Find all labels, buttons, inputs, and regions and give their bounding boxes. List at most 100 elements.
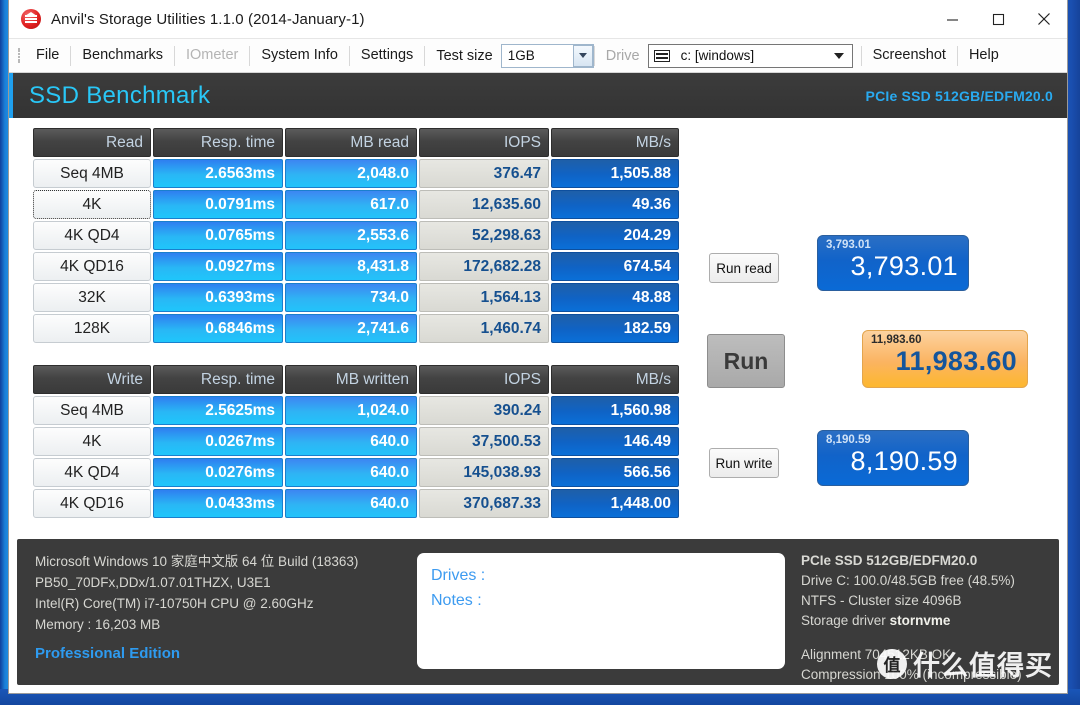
column-header-mb-s: MB/s bbox=[551, 128, 679, 157]
drives-label: Drives : bbox=[431, 567, 486, 584]
row-label[interactable]: 4K QD16 bbox=[33, 252, 151, 281]
cell-iops: 370,687.33 bbox=[419, 489, 549, 518]
cell-resp-time: 0.0927ms bbox=[153, 252, 283, 281]
read-score-box: 3,793.01 3,793.01 bbox=[817, 235, 969, 291]
cell-iops: 172,682.28 bbox=[419, 252, 549, 281]
menu-item-system-info[interactable]: System Info bbox=[250, 38, 349, 73]
cell-mb: 2,048.0 bbox=[285, 159, 417, 188]
drive-icon bbox=[653, 49, 670, 62]
cell-mbs: 182.59 bbox=[551, 314, 679, 343]
table-row: Seq 4MB 2.5625ms 1,024.0 390.24 1,560.98 bbox=[33, 396, 679, 425]
table-row: 32K 0.6393ms 734.0 1,564.13 48.88 bbox=[33, 283, 679, 312]
row-label[interactable]: 4K QD4 bbox=[33, 221, 151, 250]
menu-item-settings[interactable]: Settings bbox=[350, 38, 424, 73]
cell-resp-time: 2.5625ms bbox=[153, 396, 283, 425]
table-row: 4K 0.0267ms 640.0 37,500.53 146.49 bbox=[33, 427, 679, 456]
row-label[interactable]: Seq 4MB bbox=[33, 159, 151, 188]
row-label[interactable]: 32K bbox=[33, 283, 151, 312]
cell-resp-time: 0.0765ms bbox=[153, 221, 283, 250]
drive-driver-label: Storage driver bbox=[801, 613, 886, 628]
column-header-mb-written: MB written bbox=[285, 365, 417, 394]
menu-item-benchmarks[interactable]: Benchmarks bbox=[71, 38, 174, 73]
column-header-mb-read: MB read bbox=[285, 128, 417, 157]
benchmark-banner: SSD Benchmark PCIe SSD 512GB/EDFM20.0 bbox=[9, 73, 1067, 118]
test-size-value: 1GB bbox=[507, 48, 535, 63]
menu-item-file[interactable]: File bbox=[25, 38, 70, 73]
cell-mb: 734.0 bbox=[285, 283, 417, 312]
cell-iops: 52,298.63 bbox=[419, 221, 549, 250]
drive-info-panel: PCIe SSD 512GB/EDFM20.0 Drive C: 100.0/4… bbox=[785, 539, 1059, 685]
system-board: PB50_70DFx,DDx/1.07.01THZX, U3E1 bbox=[35, 575, 271, 590]
cell-mb: 640.0 bbox=[285, 458, 417, 487]
total-score-box: 11,983.60 11,983.60 bbox=[862, 330, 1028, 388]
cell-iops: 145,038.93 bbox=[419, 458, 549, 487]
cell-mb: 8,431.8 bbox=[285, 252, 417, 281]
test-size-select[interactable]: 1GB bbox=[500, 43, 594, 68]
cell-iops: 376.47 bbox=[419, 159, 549, 188]
cell-mbs: 566.56 bbox=[551, 458, 679, 487]
menu-item-screenshot[interactable]: Screenshot bbox=[862, 38, 957, 73]
drive-driver-value: stornvme bbox=[889, 613, 951, 628]
cell-iops: 12,635.60 bbox=[419, 190, 549, 219]
read-score-value: 3,793.01 bbox=[850, 251, 958, 281]
test-size-label: Test size bbox=[436, 47, 493, 64]
cell-mb: 640.0 bbox=[285, 427, 417, 456]
drive-value: c: [windows] bbox=[680, 48, 755, 63]
cell-mb: 2,741.6 bbox=[285, 314, 417, 343]
page-title: SSD Benchmark bbox=[29, 81, 211, 109]
run-button[interactable]: Run bbox=[707, 334, 785, 388]
chevron-down-icon[interactable] bbox=[572, 44, 593, 67]
chevron-down-icon[interactable] bbox=[833, 52, 844, 59]
column-header-write: Write bbox=[33, 365, 151, 394]
cell-mb: 2,553.6 bbox=[285, 221, 417, 250]
column-header-read: Read bbox=[33, 128, 151, 157]
drives-notes-box[interactable]: Drives : Notes : bbox=[417, 553, 785, 669]
column-header-iops: IOPS bbox=[419, 128, 549, 157]
cell-resp-time: 0.6846ms bbox=[153, 314, 283, 343]
close-icon[interactable] bbox=[1021, 0, 1067, 38]
row-label[interactable]: 4K QD4 bbox=[33, 458, 151, 487]
row-label[interactable]: 4K bbox=[33, 190, 151, 219]
maximize-icon[interactable] bbox=[975, 0, 1021, 38]
column-header-mb-s: MB/s bbox=[551, 365, 679, 394]
table-header-row: Read Resp. time MB read IOPS MB/s bbox=[33, 128, 679, 157]
row-label[interactable]: 4K QD16 bbox=[33, 489, 151, 518]
write-score-box: 8,190.59 8,190.59 bbox=[817, 430, 969, 486]
app-window: Anvil's Storage Utilities 1.1.0 (2014-Ja… bbox=[8, 0, 1068, 694]
column-header-resp-time: Resp. time bbox=[153, 365, 283, 394]
cell-mbs: 674.54 bbox=[551, 252, 679, 281]
table-row: Seq 4MB 2.6563ms 2,048.0 376.47 1,505.88 bbox=[33, 159, 679, 188]
cell-iops: 1,564.13 bbox=[419, 283, 549, 312]
run-read-button[interactable]: Run read bbox=[709, 253, 779, 283]
minimize-icon[interactable] bbox=[929, 0, 975, 38]
drive-select[interactable]: c: [windows] bbox=[647, 43, 853, 68]
table-row: 4K QD4 0.0765ms 2,553.6 52,298.63 204.29 bbox=[33, 221, 679, 250]
menu-item-help[interactable]: Help bbox=[958, 38, 1010, 73]
row-label[interactable]: Seq 4MB bbox=[33, 396, 151, 425]
system-memory: Memory : 16,203 MB bbox=[35, 617, 161, 632]
cell-mb: 617.0 bbox=[285, 190, 417, 219]
column-header-resp-time: Resp. time bbox=[153, 128, 283, 157]
cell-mbs: 204.29 bbox=[551, 221, 679, 250]
read-results-table: Read Resp. time MB read IOPS MB/s Seq 4MB 2.6… bbox=[31, 126, 681, 345]
row-label[interactable]: 128K bbox=[33, 314, 151, 343]
benchmark-content: Read Resp. time MB read IOPS MB/s Seq 4MB 2.6… bbox=[9, 118, 1067, 539]
table-row: 4K QD4 0.0276ms 640.0 145,038.93 566.56 bbox=[33, 458, 679, 487]
drive-filesystem: NTFS - Cluster size 4096B bbox=[801, 593, 962, 608]
drive-capacity: Drive C: 100.0/48.5GB free (48.5%) bbox=[801, 573, 1015, 588]
table-header-row: Write Resp. time MB written IOPS MB/s bbox=[33, 365, 679, 394]
status-bar: Microsoft Windows 10 家庭中文版 64 位 Build (1… bbox=[17, 539, 1059, 685]
cell-mbs: 1,560.98 bbox=[551, 396, 679, 425]
system-os: Microsoft Windows 10 家庭中文版 64 位 Build (1… bbox=[35, 554, 359, 569]
drive-label: Drive bbox=[605, 47, 640, 64]
row-label[interactable]: 4K bbox=[33, 427, 151, 456]
table-row: 4K QD16 0.0433ms 640.0 370,687.33 1,448.00 bbox=[33, 489, 679, 518]
write-results-table: Write Resp. time MB written IOPS MB/s Seq 4M… bbox=[31, 363, 681, 520]
write-score-value: 8,190.59 bbox=[850, 446, 958, 476]
table-row: 4K QD16 0.0927ms 8,431.8 172,682.28 674.54 bbox=[33, 252, 679, 281]
drive-device-name: PCIe SSD 512GB/EDFM20.0 bbox=[801, 553, 978, 568]
table-row: 128K 0.6846ms 2,741.6 1,460.74 182.59 bbox=[33, 314, 679, 343]
run-write-button[interactable]: Run write bbox=[709, 448, 779, 478]
cell-mbs: 49.36 bbox=[551, 190, 679, 219]
cell-iops: 390.24 bbox=[419, 396, 549, 425]
